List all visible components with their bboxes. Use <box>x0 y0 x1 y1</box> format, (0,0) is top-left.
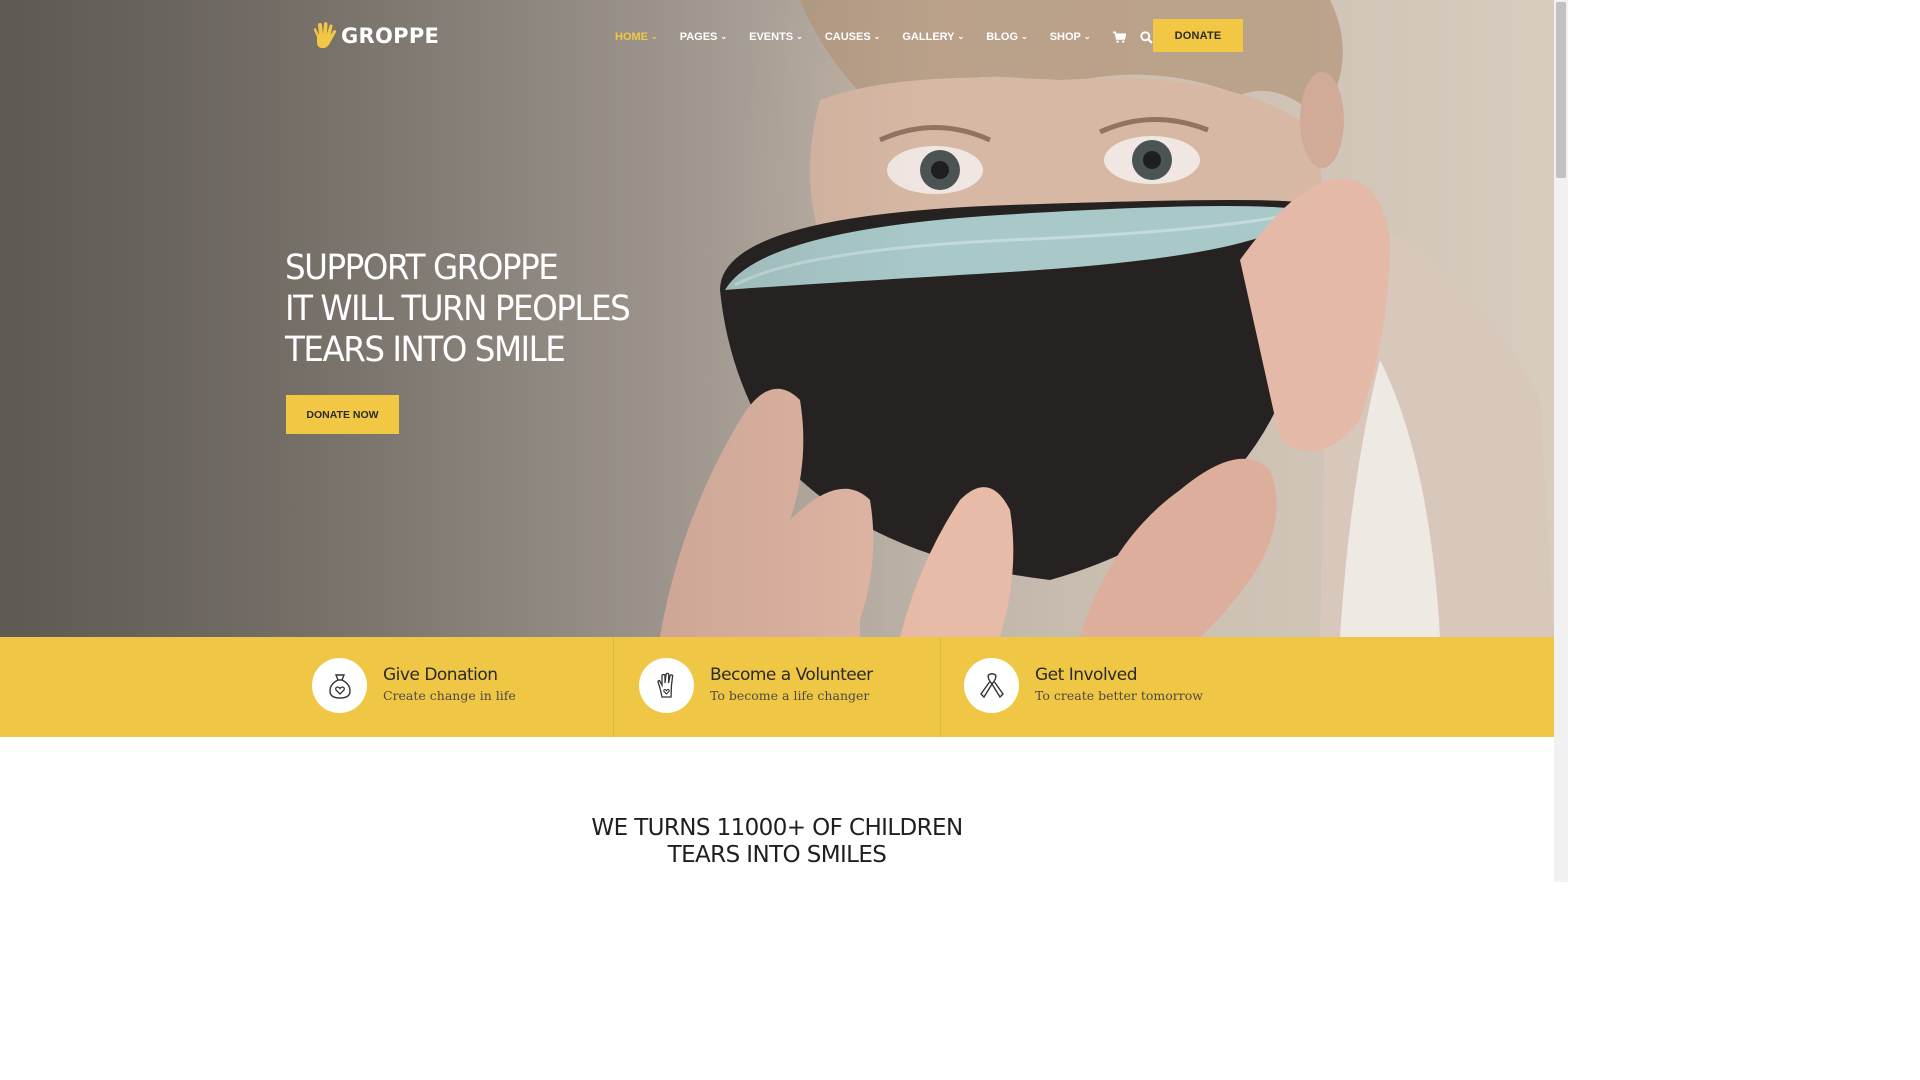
site-logo[interactable]: GROPPE <box>311 22 439 50</box>
nav-item-pages[interactable]: PAGES ⌄ <box>680 31 727 43</box>
chevron-down-icon: ⌄ <box>873 32 881 41</box>
chevron-down-icon: ⌄ <box>796 32 803 41</box>
logo-text: GROPPE <box>341 24 440 48</box>
nav-item-label: HOME <box>615 31 648 43</box>
chevron-down-icon: ⌄ <box>1083 32 1091 41</box>
scrollbar-thumb[interactable] <box>1556 2 1566 178</box>
cut-off-paragraph <box>455 876 1075 882</box>
nav-item-home[interactable]: HOME ⌄ <box>615 31 658 43</box>
feature-strip: Give Donation Create change in life Beco… <box>0 637 1554 737</box>
nav-item-events[interactable]: EVENTS ⌄ <box>749 31 803 43</box>
money-bag-heart-icon <box>312 658 367 713</box>
main-navigation: HOME ⌄ PAGES ⌄ EVENTS ⌄ CAUSES ⌄ GALLERY… <box>615 30 1167 44</box>
section-description-cutoff <box>455 876 1075 882</box>
feature-title: Become a Volunteer <box>710 665 873 685</box>
hero-headline-line: SUPPORT GROPPE <box>285 248 559 288</box>
nav-item-shop[interactable]: SHOP ⌄ <box>1050 31 1091 43</box>
cart-icon[interactable] <box>1112 31 1126 44</box>
nav-item-label: SHOP <box>1049 31 1081 43</box>
search-icon[interactable] <box>1139 30 1153 44</box>
nav-item-label: GALLERY <box>902 31 955 43</box>
awareness-ribbon-icon <box>964 658 1019 713</box>
donate-button[interactable]: DONATE <box>1153 19 1243 52</box>
feature-text: Give Donation Create change in life <box>383 665 516 706</box>
feature-give-donation[interactable]: Give Donation Create change in life <box>312 658 516 713</box>
section-title: WE TURNS 11000+ OF CHILDREN TEARS INTO S… <box>0 815 1554 869</box>
chevron-down-icon: ⌄ <box>957 32 965 41</box>
hand-heart-icon <box>639 658 694 713</box>
nav-item-label: EVENTS <box>749 31 794 43</box>
nav-item-blog[interactable]: BLOG ⌄ <box>986 31 1027 43</box>
hero-headline-line: TEARS INTO SMILE <box>285 330 566 370</box>
feature-become-volunteer[interactable]: Become a Volunteer To become a life chan… <box>639 658 873 713</box>
donate-now-button[interactable]: DONATE NOW <box>286 395 399 434</box>
nav-item-causes[interactable]: CAUSES ⌄ <box>825 31 881 43</box>
section-title-line: WE TURNS 11000+ OF CHILDREN <box>591 815 963 841</box>
nav-item-label: CAUSES <box>824 31 871 43</box>
feature-text: Become a Volunteer To become a life chan… <box>710 665 873 706</box>
chevron-down-icon: ⌄ <box>651 32 658 41</box>
feature-get-involved[interactable]: Get Involved To create better tomorrow <box>964 658 1203 713</box>
nav-item-label: PAGES <box>679 31 718 43</box>
hero-banner <box>0 0 1554 637</box>
divider <box>940 637 941 737</box>
feature-text: Get Involved To create better tomorrow <box>1035 665 1203 706</box>
feature-title: Get Involved <box>1035 665 1137 685</box>
section-title-line: TEARS INTO SMILES <box>667 842 887 868</box>
nav-item-gallery[interactable]: GALLERY ⌄ <box>902 31 964 43</box>
chevron-down-icon: ⌄ <box>1021 32 1028 41</box>
feature-subtitle: To become a life changer <box>710 688 870 703</box>
feature-title: Give Donation <box>383 665 498 685</box>
hero-headline: SUPPORT GROPPE IT WILL TURN PEOPLES TEAR… <box>285 248 631 371</box>
raised-hand-icon <box>313 22 337 49</box>
divider <box>613 637 614 737</box>
feature-subtitle: Create change in life <box>383 688 516 703</box>
hero-headline-line: IT WILL TURN PEOPLES <box>285 289 631 329</box>
chevron-down-icon: ⌄ <box>720 32 728 41</box>
page-scrollbar[interactable] <box>1554 0 1568 882</box>
nav-item-label: BLOG <box>986 31 1019 43</box>
feature-subtitle: To create better tomorrow <box>1035 688 1203 703</box>
hero-overlay <box>0 0 1554 637</box>
